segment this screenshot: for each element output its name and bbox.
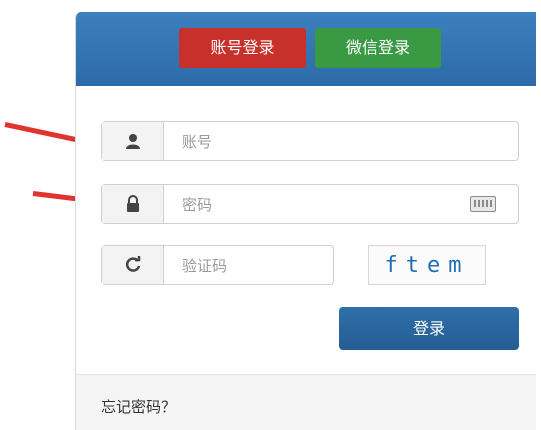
login-footer: 忘记密码？ [76,374,536,430]
captcha-input[interactable]: 验证码 [164,246,333,284]
login-header: 账号登录 微信登录 [76,12,536,86]
account-input[interactable]: 账号 [164,122,518,160]
account-input-group[interactable]: 账号 [101,121,519,161]
captcha-input-group[interactable]: 验证码 [101,245,334,285]
user-icon [102,122,164,160]
password-input[interactable]: 密码 [164,185,518,223]
account-login-tab[interactable]: 账号登录 [179,28,306,68]
login-panel: 账号登录 微信登录 账号 密码 验证码 ftem 登录 忘记密码？ [75,12,536,430]
lock-icon [102,185,164,223]
refresh-icon[interactable] [102,246,164,284]
password-input-group[interactable]: 密码 [101,184,519,224]
captcha-image[interactable]: ftem [368,245,486,285]
keyboard-icon[interactable] [470,196,496,212]
wechat-login-tab[interactable]: 微信登录 [315,28,441,68]
forgot-password-link[interactable]: 忘记密码？ [101,396,176,417]
login-button[interactable]: 登录 [339,307,519,350]
